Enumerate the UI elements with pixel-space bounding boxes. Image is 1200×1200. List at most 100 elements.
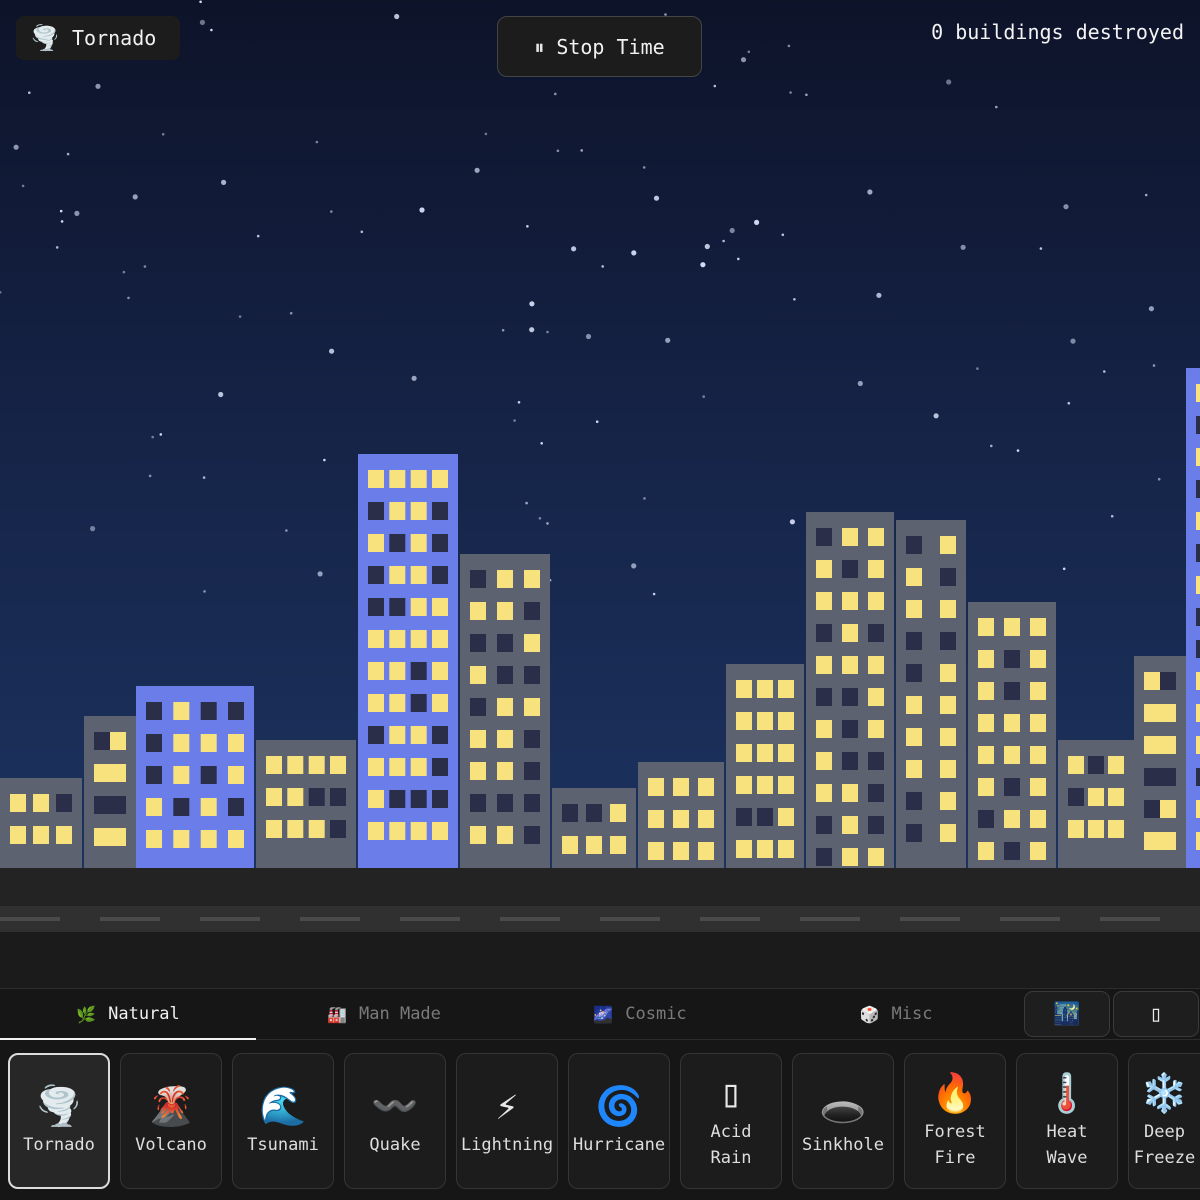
- building-window: [842, 560, 858, 578]
- road-dash: [100, 917, 160, 921]
- disaster-quake-button[interactable]: 〰️ Quake: [344, 1053, 446, 1189]
- building-window: [368, 726, 384, 744]
- building-window: [816, 624, 832, 642]
- disaster-volcano-button[interactable]: 🌋 Volcano: [120, 1053, 222, 1189]
- building-window: [757, 840, 773, 858]
- building-window: [757, 744, 773, 762]
- die-icon: 🎲: [859, 1004, 880, 1024]
- building-window: [868, 624, 884, 642]
- disaster-deep-freeze-button[interactable]: ❄️ Deep Freeze: [1128, 1053, 1200, 1189]
- building-window: [200, 766, 217, 784]
- tab-cosmic[interactable]: 🌌 Cosmic: [512, 989, 768, 1039]
- building-window: [940, 536, 956, 554]
- building-window: [1144, 704, 1160, 722]
- building-window: [173, 734, 190, 752]
- city-skyline[interactable]: [0, 0, 1200, 988]
- building-window: [673, 842, 689, 860]
- building-window: [389, 662, 406, 680]
- disaster-acid-rain-button[interactable]: ▯ Acid Rain: [680, 1053, 782, 1189]
- building-window: [389, 470, 406, 488]
- tab-man-made[interactable]: 🏭 Man Made: [256, 989, 512, 1039]
- building-window: [308, 820, 325, 838]
- road-dash: [200, 917, 260, 921]
- tab-misc[interactable]: 🎲 Misc: [768, 989, 1024, 1039]
- building-window: [842, 528, 858, 546]
- building-window: [470, 602, 486, 620]
- tornado-icon: 🌪️: [35, 1084, 83, 1128]
- building-window: [978, 650, 994, 668]
- disaster-tornado-button[interactable]: 🌪️ Tornado: [8, 1053, 110, 1189]
- building-window: [778, 808, 794, 826]
- disaster-tsunami-button[interactable]: 🌊 Tsunami: [232, 1053, 334, 1189]
- extra-toolbar-button[interactable]: ▯: [1113, 991, 1199, 1037]
- building-window: [200, 798, 217, 816]
- building-window: [497, 826, 513, 844]
- disaster-lightning-button[interactable]: ⚡ Lightning: [456, 1053, 558, 1189]
- building-window: [368, 758, 384, 776]
- building-window: [1030, 618, 1046, 636]
- game-scene[interactable]: 🌪️ Tornado ⏸ Stop Time 0 buildings destr…: [0, 0, 1200, 988]
- building-window: [524, 826, 540, 844]
- building-window: [940, 568, 956, 586]
- tab-natural[interactable]: 🌿 Natural: [0, 989, 256, 1041]
- building-window: [94, 828, 110, 846]
- building-window: [842, 816, 858, 834]
- building-window: [146, 734, 162, 752]
- building-window: [816, 848, 832, 866]
- building-window: [1144, 832, 1160, 850]
- building-window: [757, 776, 773, 794]
- building-window: [562, 804, 578, 822]
- disaster-label: Tsunami: [247, 1135, 319, 1155]
- building-window: [1108, 820, 1124, 838]
- building-window: [56, 826, 72, 844]
- building-window: [736, 744, 752, 762]
- building-window: [940, 760, 956, 778]
- building-window: [1196, 544, 1200, 562]
- disaster-heat-wave-button[interactable]: 🌡️ Heat Wave: [1016, 1053, 1118, 1189]
- building-window: [497, 762, 513, 780]
- building-window: [1004, 682, 1020, 700]
- building-window: [330, 756, 346, 774]
- disaster-label: Forest Fire: [924, 1122, 986, 1168]
- building-window: [868, 816, 884, 834]
- night-mode-button[interactable]: 🌃: [1024, 991, 1110, 1037]
- building-window: [368, 470, 384, 488]
- disaster-hurricane-button[interactable]: 🌀 Hurricane: [568, 1053, 670, 1189]
- disaster-forest-fire-button[interactable]: 🔥 Forest Fire: [904, 1053, 1006, 1189]
- building-window: [524, 762, 540, 780]
- building-window: [978, 618, 994, 636]
- building-window: [389, 502, 406, 520]
- building-window: [978, 842, 994, 860]
- building-window: [868, 688, 884, 706]
- building-window: [1160, 832, 1176, 850]
- building-window: [698, 842, 714, 860]
- building-window: [266, 756, 282, 774]
- building-window: [432, 694, 448, 712]
- stop-time-button[interactable]: ⏸ Stop Time: [497, 16, 702, 77]
- building-window: [736, 840, 752, 858]
- building-window: [698, 810, 714, 828]
- building-window: [1144, 800, 1160, 818]
- building-window: [368, 566, 384, 584]
- building-window: [816, 720, 832, 738]
- building-window: [1088, 820, 1104, 838]
- building-window: [524, 698, 540, 716]
- building-window: [173, 798, 190, 816]
- building-window: [1030, 778, 1046, 796]
- building-window: [432, 758, 448, 776]
- milky-way-icon: 🌌: [593, 1004, 614, 1024]
- disaster-sinkhole-button[interactable]: 🕳️ Sinkhole: [792, 1053, 894, 1189]
- building-window: [94, 764, 110, 782]
- building-window: [228, 830, 244, 848]
- building-window: [1160, 672, 1176, 690]
- building-window: [173, 702, 190, 720]
- building-window: [287, 788, 304, 806]
- building-window: [228, 766, 244, 784]
- building-window: [1160, 736, 1176, 754]
- building-window: [308, 756, 325, 774]
- building-window: [330, 788, 346, 806]
- building-window: [1004, 810, 1020, 828]
- factory-icon: 🏭: [327, 1004, 348, 1024]
- building-window: [1196, 672, 1200, 690]
- building-window: [470, 634, 486, 652]
